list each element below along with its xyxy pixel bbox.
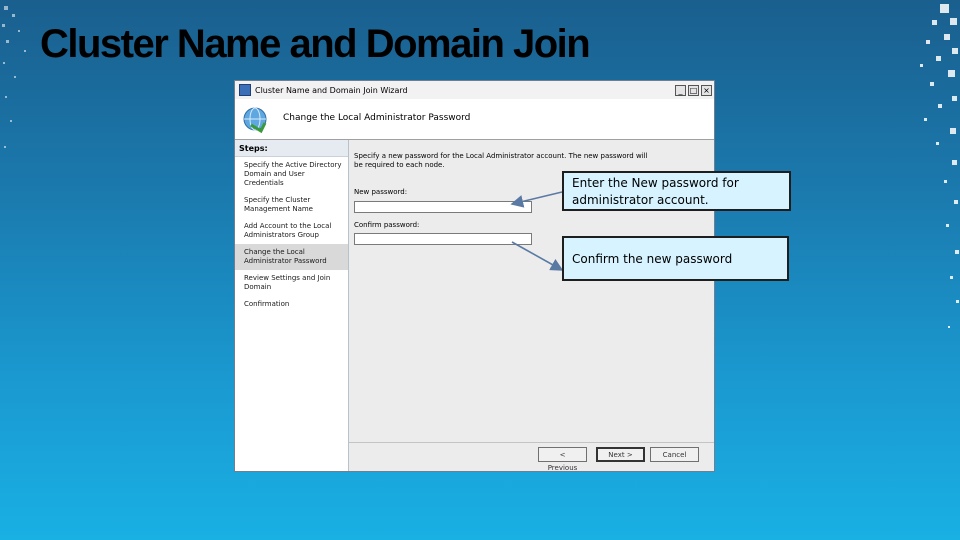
step-item: Specify the Active Directory Domain and … [244,161,342,187]
step-item-current: Change the Local Administrator Password [235,244,348,270]
new-password-label: New password: [354,188,408,196]
slide-title: Cluster Name and Domain Join [40,22,591,66]
steps-pane: Steps: Specify the Active Directory Doma… [235,140,349,471]
app-icon [239,84,251,96]
next-button[interactable]: Next > [596,447,645,462]
new-password-field[interactable] [354,201,532,213]
window-titlebar[interactable]: Cluster Name and Domain Join Wizard _ □ … [235,81,714,100]
close-button[interactable]: × [701,84,712,96]
confirm-password-label: Confirm password: [354,221,420,229]
intro-text: Specify a new password for the Local Adm… [354,152,648,169]
step-item: Add Account to the Local Administrators … [244,222,332,239]
decorative-dot-pattern [920,4,959,328]
wizard-page-title: Change the Local Administrator Password [283,113,471,123]
confirm-password-field[interactable] [354,233,532,245]
maximize-button[interactable]: □ [688,84,699,96]
steps-heading: Steps: [235,140,348,157]
footer-divider [349,442,714,443]
callout-confirm-password: Confirm the new password [562,236,789,281]
window-title: Cluster Name and Domain Join Wizard [255,85,408,95]
wizard-header: Change the Local Administrator Password [235,99,714,140]
step-item: Review Settings and Join Domain [244,274,331,291]
step-item: Confirmation [244,300,290,308]
step-item: Specify the Cluster Management Name [244,196,313,213]
cancel-button[interactable]: Cancel [650,447,699,462]
wizard-icon [243,107,267,134]
callout-new-password: Enter the New password for administrator… [562,171,791,211]
minimize-button[interactable]: _ [675,84,686,96]
previous-button[interactable]: < Previous [538,447,587,472]
